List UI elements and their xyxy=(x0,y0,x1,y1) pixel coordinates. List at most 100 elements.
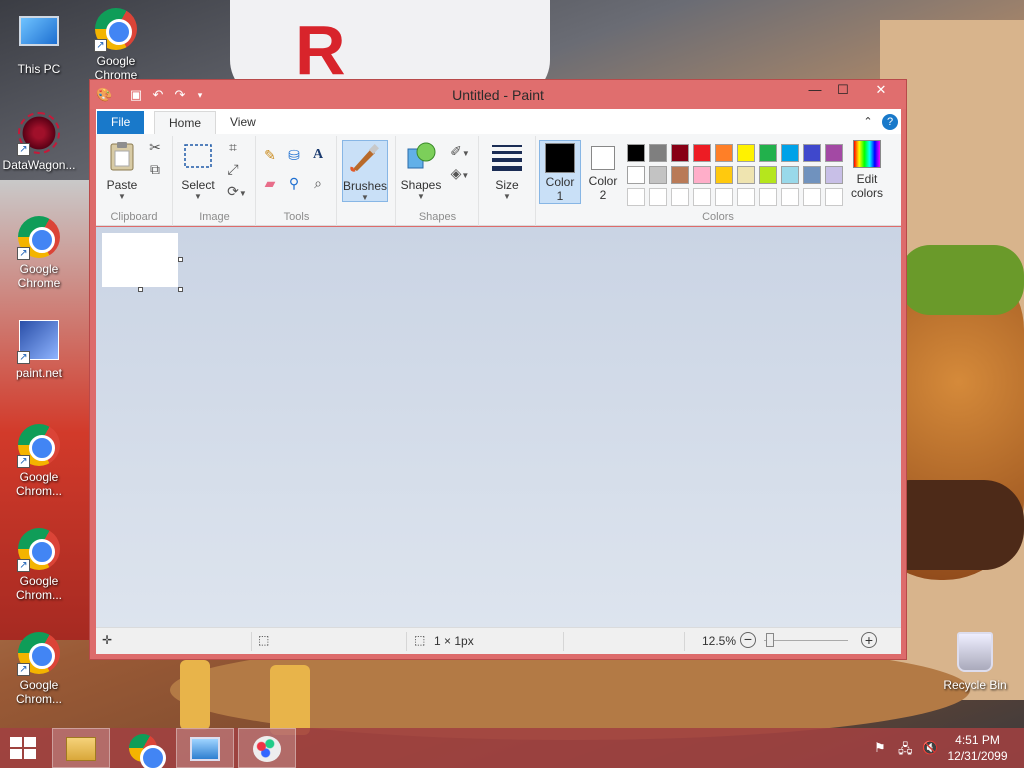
palette-swatch[interactable] xyxy=(825,166,843,184)
palette-swatch[interactable] xyxy=(825,188,843,206)
taskbar-clock[interactable]: 4:51 PM 12/31/2099 xyxy=(935,732,1020,764)
taskbar-chrome[interactable] xyxy=(114,728,172,768)
palette-swatch[interactable] xyxy=(671,188,689,206)
zoom-slider[interactable] xyxy=(764,640,848,641)
palette-swatch[interactable] xyxy=(759,144,777,162)
desktop-icon-google-chrome[interactable]: ↗ Google Chrome xyxy=(1,216,77,290)
help-icon[interactable]: ? xyxy=(882,114,898,130)
drawing-canvas[interactable] xyxy=(102,233,178,287)
palette-swatch[interactable] xyxy=(649,166,667,184)
taskbar-paint[interactable] xyxy=(238,728,296,768)
recycle-bin-icon xyxy=(953,632,997,676)
shapes-button[interactable]: Shapes ▼ xyxy=(399,140,443,201)
palette-swatch[interactable] xyxy=(627,166,645,184)
text-icon[interactable]: A xyxy=(309,146,327,164)
palette-swatch[interactable] xyxy=(649,188,667,206)
palette-swatch[interactable] xyxy=(803,144,821,162)
desktop-icon-this-pc[interactable]: This PC xyxy=(1,12,77,76)
select-rectangle-icon xyxy=(184,144,212,168)
chrome-icon: ↗ xyxy=(94,8,138,52)
tab-view[interactable]: View xyxy=(216,111,270,134)
palette-swatch[interactable] xyxy=(737,188,755,206)
palette-swatch[interactable] xyxy=(715,166,733,184)
copy-icon[interactable]: ⧉ xyxy=(146,160,164,178)
color-picker-icon[interactable]: ⚲ xyxy=(285,174,303,192)
chevron-down-icon: ▼ xyxy=(194,192,202,201)
desktop-icon-google-chrome[interactable]: ↗ Google Chrom... xyxy=(1,528,77,602)
palette-swatch[interactable] xyxy=(803,188,821,206)
pencil-icon[interactable]: ✎ xyxy=(261,146,279,164)
chrome-icon xyxy=(129,734,166,768)
fill-icon[interactable]: ⛁ xyxy=(285,146,303,164)
desktop-icon-recycle-bin[interactable]: Recycle Bin xyxy=(937,632,1013,692)
resize-handle-right[interactable] xyxy=(178,257,183,262)
color1-button[interactable]: Color 1 xyxy=(539,140,581,204)
palette-swatch[interactable] xyxy=(803,166,821,184)
fill-style-icon[interactable]: ◈▼ xyxy=(447,164,473,182)
palette-swatch[interactable] xyxy=(715,188,733,206)
zoom-slider-thumb[interactable] xyxy=(766,633,774,647)
windows-start-button[interactable] xyxy=(10,737,38,761)
canvas-area[interactable] xyxy=(96,227,901,627)
taskbar-file-explorer[interactable] xyxy=(52,728,110,768)
folder-icon xyxy=(66,737,96,761)
zoom-in-button[interactable]: + xyxy=(861,632,877,648)
palette-swatch[interactable] xyxy=(781,188,799,206)
magnifier-icon[interactable]: ⌕ xyxy=(309,174,327,192)
minimize-button[interactable]: — xyxy=(800,80,830,100)
zoom-out-button[interactable]: − xyxy=(740,632,756,648)
minimize-ribbon-icon[interactable]: ⌃ xyxy=(860,114,876,130)
palette-swatch[interactable] xyxy=(649,144,667,162)
palette-swatch[interactable] xyxy=(825,144,843,162)
palette-swatch[interactable] xyxy=(781,144,799,162)
palette-swatch[interactable] xyxy=(671,144,689,162)
palette-swatch[interactable] xyxy=(693,144,711,162)
outline-icon[interactable]: ✐▼ xyxy=(447,142,473,160)
crop-icon[interactable]: ⌗ xyxy=(224,138,242,156)
paint-icon xyxy=(253,736,281,762)
desktop-icon-paint-net[interactable]: ↗ paint.net xyxy=(1,320,77,380)
resize-handle-bottom[interactable] xyxy=(138,287,143,292)
rotate-icon[interactable]: ⟳▼ xyxy=(224,182,250,200)
ribbon: Paste ▼ ✂ ⧉ Clipboard Select ▼ ⌗ ⤢ ⟳▼ Im… xyxy=(96,134,901,226)
select-button[interactable]: Select ▼ xyxy=(178,140,218,201)
chevron-down-icon: ▼ xyxy=(503,192,511,201)
desktop-icon-datawagon[interactable]: ↗ DataWagon... xyxy=(1,112,77,172)
desktop-icon-google-chrome[interactable]: ↗ Google Chrom... xyxy=(1,424,77,498)
clipboard-icon xyxy=(110,142,134,171)
action-center-flag-icon[interactable]: ⚑ xyxy=(874,740,886,756)
palette-swatch[interactable] xyxy=(693,188,711,206)
tab-file[interactable]: File xyxy=(97,111,145,134)
resize-handle-corner[interactable] xyxy=(178,287,183,292)
palette-swatch[interactable] xyxy=(693,166,711,184)
network-icon[interactable]: 🖧 xyxy=(898,740,913,762)
desktop-icon-google-chrome[interactable]: ↗ Google Chrome xyxy=(78,8,154,82)
size-button[interactable]: Size ▼ xyxy=(486,140,528,201)
desktop-icon-google-chrome[interactable]: ↗ Google Chrom... xyxy=(1,632,77,706)
palette-swatch[interactable] xyxy=(759,166,777,184)
close-button[interactable]: ✕ xyxy=(858,80,904,100)
computer-icon xyxy=(17,16,61,60)
chrome-icon: ↗ xyxy=(17,216,61,260)
color2-button[interactable]: Color 2 xyxy=(583,140,623,202)
maximize-button[interactable]: ☐ xyxy=(828,80,858,100)
taskbar: ⚑ 🖧 🔇 4:51 PM 12/31/2099 xyxy=(0,728,1024,768)
palette-swatch[interactable] xyxy=(715,144,733,162)
eraser-icon[interactable]: ▰ xyxy=(261,174,279,192)
palette-swatch[interactable] xyxy=(671,166,689,184)
taskbar-photos[interactable] xyxy=(176,728,234,768)
paste-button[interactable]: Paste ▼ xyxy=(102,140,142,201)
palette-swatch[interactable] xyxy=(737,144,755,162)
cut-icon[interactable]: ✂ xyxy=(146,138,164,156)
resize-icon[interactable]: ⤢ xyxy=(224,160,242,178)
palette-swatch[interactable] xyxy=(759,188,777,206)
palette-swatch[interactable] xyxy=(781,166,799,184)
palette-swatch[interactable] xyxy=(627,188,645,206)
palette-swatch[interactable] xyxy=(627,144,645,162)
palette-swatch[interactable] xyxy=(737,166,755,184)
title-bar[interactable]: 🎨 ▣ ↶ ↷ ▾ Untitled - Paint — ☐ ✕ xyxy=(90,80,906,109)
tab-home[interactable]: Home xyxy=(154,111,217,134)
wallpaper-lettuce xyxy=(900,245,1024,315)
edit-colors-button[interactable]: Edit colors xyxy=(845,140,889,200)
brushes-button[interactable]: Brushes ▼ xyxy=(342,140,388,202)
